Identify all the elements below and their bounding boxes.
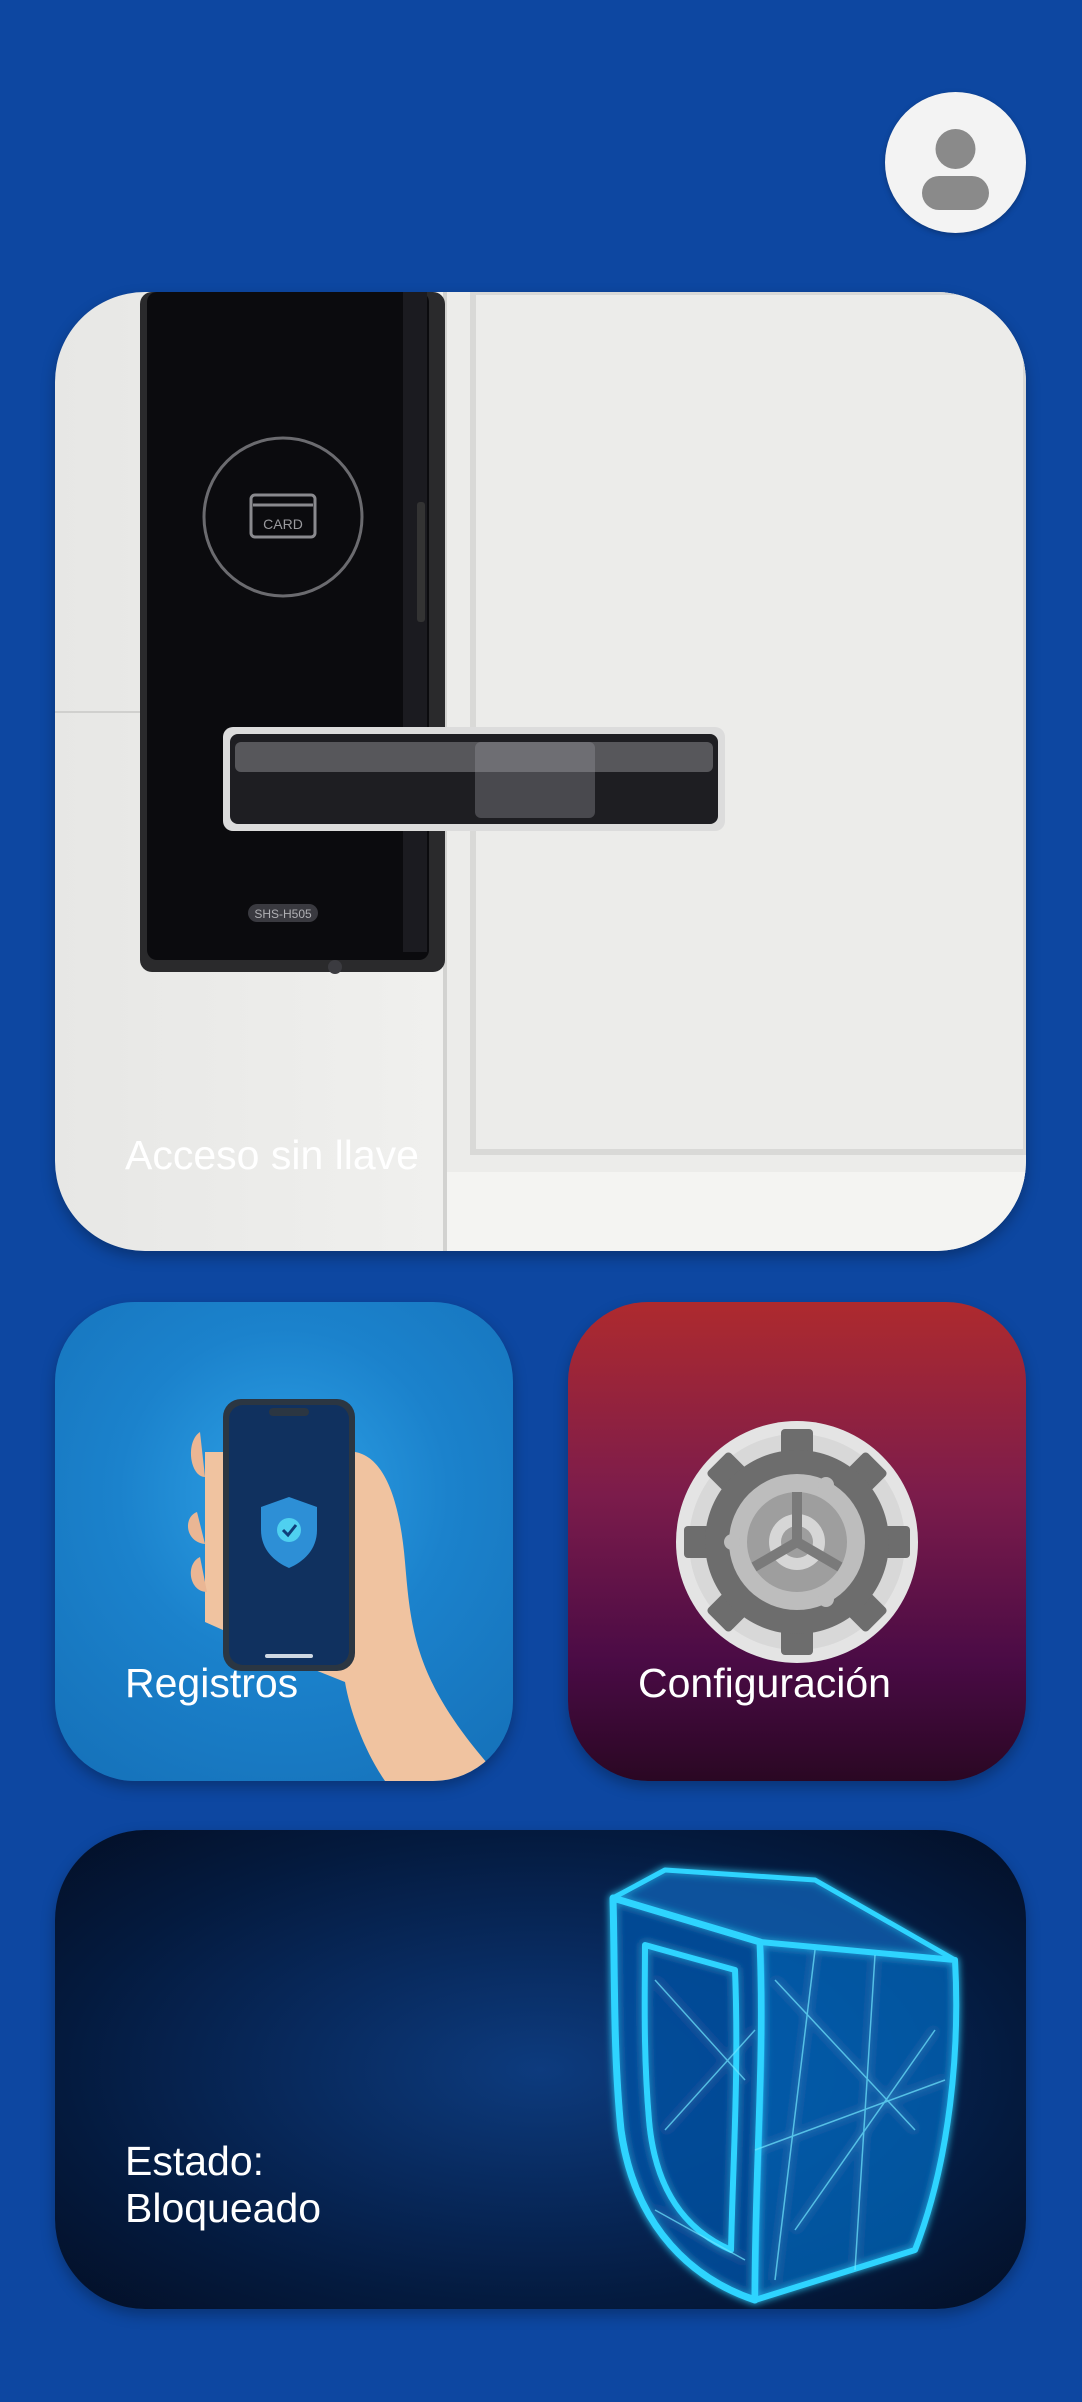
shield-icon [609, 1867, 960, 2304]
gear-icon [676, 1421, 918, 1663]
keyless-access-label: Acceso sin llave [125, 1132, 419, 1178]
records-label: Registros [125, 1660, 299, 1706]
lock-model-text: SHS-H505 [254, 907, 312, 921]
lock-status-label: Estado: Bloqueado [125, 2138, 322, 2231]
settings-label: Configuración [638, 1660, 891, 1706]
records-card[interactable]: Registros [55, 1302, 513, 1781]
lock-status-card[interactable]: Estado: Bloqueado [55, 1830, 1026, 2309]
profile-avatar-button[interactable] [885, 92, 1026, 233]
lock-card-text: CARD [263, 516, 303, 532]
settings-card[interactable]: Configuración [568, 1302, 1026, 1781]
user-icon [922, 129, 989, 210]
phone-in-hand-image [187, 1399, 513, 1781]
keyless-access-card[interactable]: CARD SHS-H505 Acceso sin llave [55, 292, 1026, 1251]
door-lock-image: CARD SHS-H505 [55, 292, 1026, 1251]
